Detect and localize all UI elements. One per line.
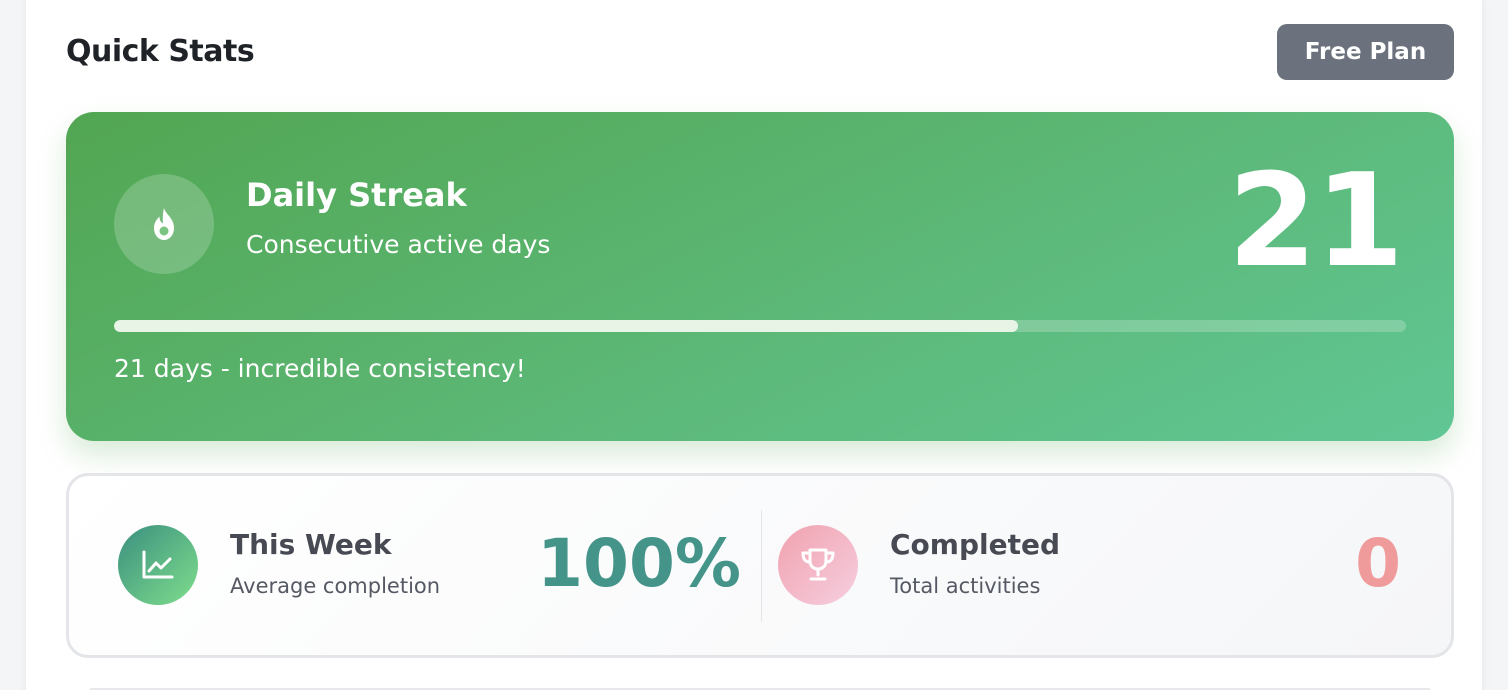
streak-progress-bar	[114, 320, 1406, 332]
daily-streak-panel: Daily Streak Consecutive active days 21 …	[66, 112, 1454, 441]
section-title: Quick Stats	[66, 34, 255, 69]
streak-note: 21 days - incredible consistency!	[114, 354, 526, 383]
this-week-title: This Week	[230, 528, 392, 561]
flame-icon	[114, 174, 214, 274]
completed-subtitle: Total activities	[890, 574, 1041, 598]
trophy-icon	[778, 525, 858, 605]
streak-subtitle: Consecutive active days	[246, 230, 551, 259]
completed-value: 0	[1355, 525, 1401, 602]
trend-chart-icon	[118, 525, 198, 605]
stats-panel: This Week Average completion 100% Comple…	[66, 473, 1454, 658]
plan-badge[interactable]: Free Plan	[1277, 24, 1454, 80]
this-week-value: 100%	[537, 525, 741, 602]
streak-title: Daily Streak	[246, 176, 467, 214]
completed-title: Completed	[890, 528, 1061, 561]
stats-divider	[761, 510, 762, 622]
streak-count: 21	[1227, 147, 1404, 296]
streak-progress-fill	[114, 320, 1019, 332]
this-week-subtitle: Average completion	[230, 574, 441, 598]
